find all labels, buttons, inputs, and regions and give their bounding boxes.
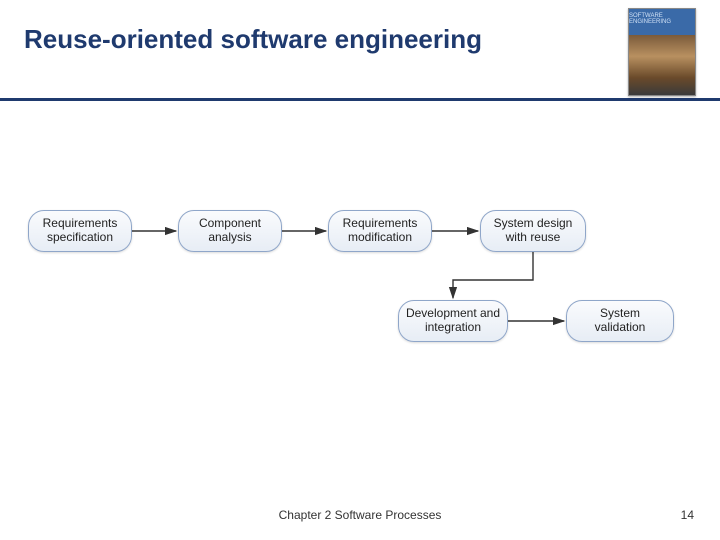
node-label: Requirements modification [335,217,425,245]
book-cover-label: SOFTWARE ENGINEERING [629,13,695,25]
slide-title: Reuse-oriented software engineering [24,24,720,55]
slide-header: Reuse-oriented software engineering [0,0,720,55]
node-label: Component analysis [185,217,275,245]
book-cover-thumbnail: SOFTWARE ENGINEERING [628,8,696,96]
node-system-validation: System validation [566,300,674,342]
node-requirements-modification: Requirements modification [328,210,432,252]
slide-footer: Chapter 2 Software Processes 14 [0,508,720,522]
footer-page-number: 14 [681,508,694,522]
node-label: System design with reuse [487,217,579,245]
node-label: Requirements specification [35,217,125,245]
node-requirements-specification: Requirements specification [28,210,132,252]
process-diagram: Requirements specification Component ana… [0,180,720,400]
node-system-design-with-reuse: System design with reuse [480,210,586,252]
node-development-and-integration: Development and integration [398,300,508,342]
node-label: System validation [573,307,667,335]
node-label: Development and integration [405,307,501,335]
footer-chapter-label: Chapter 2 Software Processes [279,508,442,522]
node-component-analysis: Component analysis [178,210,282,252]
edge-n4-n5 [453,252,533,298]
header-divider [0,98,720,101]
